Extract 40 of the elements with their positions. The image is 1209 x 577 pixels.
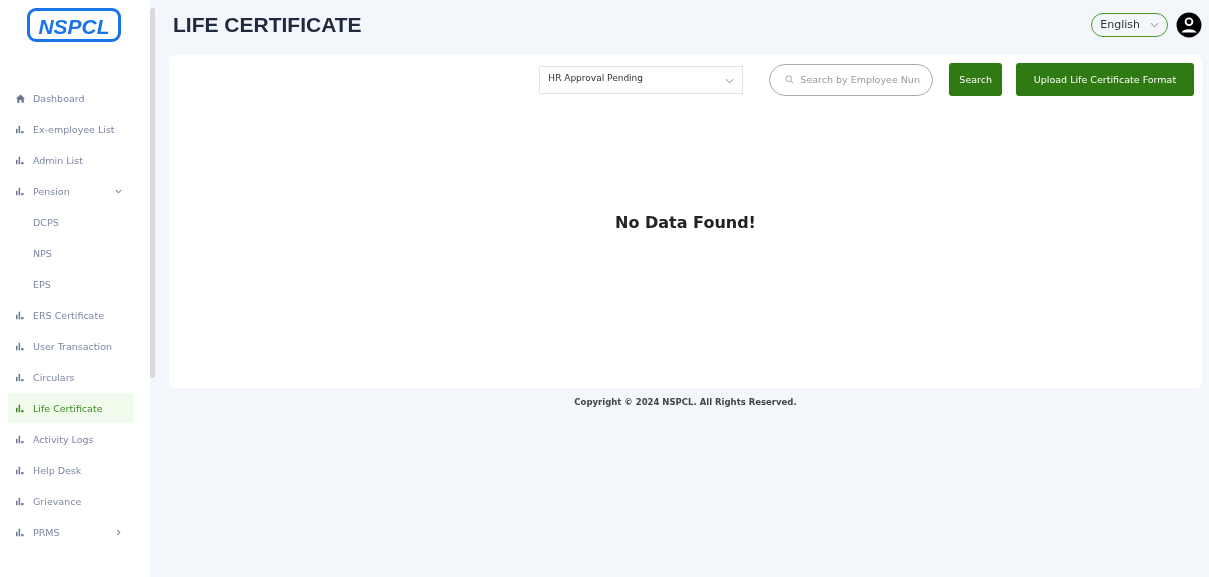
bar-chart-icon (16, 403, 25, 413)
bar-chart-icon (16, 186, 25, 196)
scrollbar[interactable] (150, 8, 155, 378)
sidebar-item[interactable]: ERS Certificate (8, 300, 134, 330)
logo: NSPCL (8, 8, 140, 82)
search-icon (785, 74, 795, 84)
copyright-text: Copyright © 2024 NSPCL. All Rights Reserved. (574, 397, 797, 407)
sidebar-item[interactable]: Grievance (8, 486, 134, 516)
empty-message: No Data Found! (615, 212, 756, 232)
home-icon (16, 93, 25, 103)
user-avatar-icon[interactable] (1176, 11, 1202, 38)
search-button[interactable]: Search (949, 63, 1002, 96)
chevron-down-icon (725, 77, 735, 84)
bar-chart-icon (16, 434, 25, 444)
sidebar-item[interactable]: NPS (8, 238, 134, 268)
sidebar-item[interactable]: Admin List (8, 145, 134, 175)
sidebar-item[interactable]: Activity Logs (8, 424, 134, 454)
sidebar-item[interactable]: Life Certificate (8, 393, 134, 423)
bar-chart-icon (16, 155, 25, 165)
sidebar-item[interactable]: Ex-employee List (8, 114, 134, 144)
bar-chart-icon (16, 341, 25, 351)
sidebar-item[interactable]: DCPS (8, 207, 134, 237)
bar-chart-icon (16, 527, 25, 537)
sidebar-item[interactable]: PRMS (8, 517, 134, 547)
bar-chart-icon (16, 124, 25, 134)
chevron-down-icon (1150, 21, 1159, 28)
sidebar-item[interactable]: Dashboard (8, 83, 134, 113)
bar-chart-icon (16, 465, 25, 475)
status-filter-select[interactable]: HR Approval Pending (539, 65, 744, 94)
upload-button[interactable]: Upload Life Certificate Format (1016, 63, 1194, 96)
sidebar-item[interactable]: Circulars (8, 362, 134, 392)
search-field[interactable]: Search by Employee Nun (769, 63, 934, 96)
page-title: LIFE CERTIFICATE (173, 12, 362, 37)
sidebar-item[interactable]: EPS (8, 269, 134, 299)
bar-chart-icon (16, 310, 25, 320)
bar-chart-icon (16, 372, 25, 382)
sidebar-item[interactable]: Pension (8, 176, 134, 206)
sidebar-item[interactable]: Help Desk (8, 455, 134, 485)
bar-chart-icon (16, 496, 25, 506)
sidebar-item[interactable]: User Transaction (8, 331, 134, 361)
